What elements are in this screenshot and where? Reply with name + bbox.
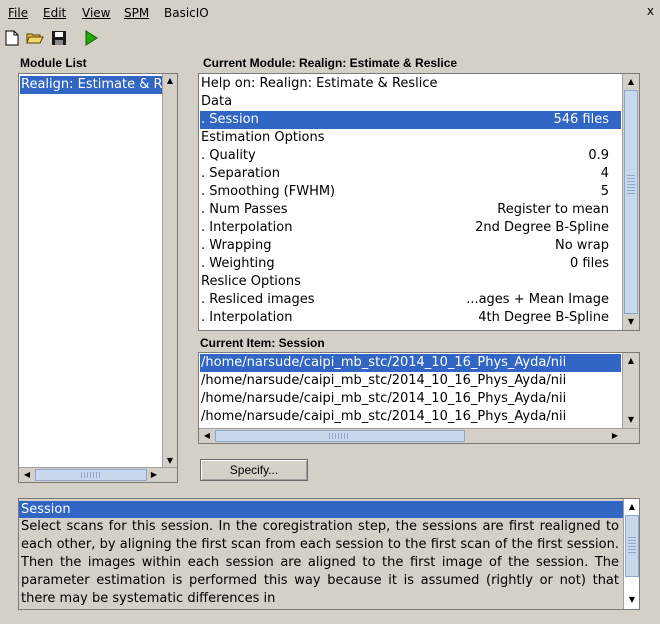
module-list-hscroll[interactable]: ◀ ▶ [19,467,177,482]
option-key: Reslice Options [201,274,301,289]
file-path: /home/narsude/caipi_mb_stc/2014_10_16_Ph… [201,373,567,388]
module-option-row[interactable]: Help on: Realign: Estimate & Reslice [200,75,621,93]
module-option-row[interactable]: . Interpolation 2nd Degree B-Spline [200,219,621,237]
module-option-row[interactable]: . Session 546 files [200,111,621,129]
option-value: 4 [600,166,609,181]
scroll-up-icon[interactable]: ▲ [624,75,638,89]
scroll-right-icon[interactable]: ▶ [608,429,622,443]
scroll-up-icon[interactable]: ▲ [624,354,638,368]
menu-edit[interactable]: Edit [41,5,68,21]
scroll-right-icon[interactable]: ▶ [147,468,161,482]
specify-button[interactable]: Specify... [200,459,308,481]
help-title: Session [19,501,623,518]
current-module-panel: Help on: Realign: Estimate & Reslice Data… [198,73,640,331]
scroll-grip [627,174,635,194]
option-key: . Weighting [201,256,275,271]
scroll-grip [329,433,349,439]
close-icon[interactable]: x [647,4,654,18]
module-option-row[interactable]: Data [200,93,621,111]
option-key: . Session [201,112,259,127]
option-value: 546 files [553,112,609,127]
scroll-down-icon[interactable]: ▼ [624,413,638,427]
file-row[interactable]: /home/narsude/caipi_mb_stc/2014_10_16_Ph… [200,372,621,390]
option-key: . Interpolation [201,220,293,235]
option-value: 5 [600,184,609,199]
menu-spm[interactable]: SPM [122,5,151,21]
option-value: ...ages + Mean Image [466,292,609,307]
option-value: No wrap [554,238,609,253]
module-option-row[interactable]: . Interpolation 4th Degree B-Spline [200,309,621,327]
menu-basicio[interactable]: BasicIO [162,5,211,21]
option-value: 0 files [570,256,609,271]
file-row[interactable]: /home/narsude/caipi_mb_stc/2014_10_16_Ph… [200,354,621,372]
run-icon[interactable] [82,29,100,47]
menu-bar: File Edit View SPM BasicIO x [0,0,660,24]
current-module-vscroll[interactable]: ▲ ▼ [622,74,639,330]
scroll-grip [628,537,636,553]
option-key: . Num Passes [201,202,288,217]
menu-view[interactable]: View [80,5,112,21]
module-option-row[interactable]: . Weighting 0 files [200,255,621,273]
file-path: /home/narsude/caipi_mb_stc/2014_10_16_Ph… [201,409,567,424]
menu-file[interactable]: File [6,5,30,21]
current-item-hscroll[interactable]: ◀ ▶ [199,428,639,443]
new-file-icon[interactable] [3,29,21,47]
option-value: 0.9 [588,148,609,163]
option-key: . Separation [201,166,280,181]
scroll-up-icon[interactable]: ▲ [163,74,177,88]
option-key: Data [201,94,233,109]
module-option-row[interactable]: . Resliced images ...ages + Mean Image [200,291,621,309]
current-item-vscroll[interactable]: ▲ ▼ [622,353,639,428]
module-list-vscroll[interactable]: ▲ ▼ [162,74,177,468]
option-value: Register to mean [497,202,609,217]
module-option-row[interactable]: . Smoothing (FWHM) 5 [200,183,621,201]
module-list-item[interactable]: Realign: Estimate & Reslice [20,76,162,94]
scroll-down-icon[interactable]: ▼ [624,315,638,329]
option-key: Estimation Options [201,130,325,145]
help-vscroll[interactable]: ▲ ▼ [623,499,639,609]
option-key: Help on: Realign: Estimate & Reslice [201,76,438,91]
option-value: 4th Degree B-Spline [478,310,609,325]
scroll-up-icon[interactable]: ▲ [625,500,639,514]
help-panel: Session Select scans for this session. I… [18,498,640,610]
option-key: . Resliced images [201,292,315,307]
module-list-panel: Realign: Estimate & Reslice ▲ ▼ ◀ ▶ [18,73,178,483]
toolbar [0,26,660,52]
file-row[interactable]: /home/narsude/caipi_mb_stc/2014_10_16_Ph… [200,390,621,408]
option-key: . Quality [201,148,256,163]
scroll-thumb[interactable] [624,90,638,314]
module-option-row[interactable]: . Quality 0.9 [200,147,621,165]
help-text: Select scans for this session. In the co… [21,519,619,606]
file-path: /home/narsude/caipi_mb_stc/2014_10_16_Ph… [201,355,567,370]
scroll-down-icon[interactable]: ▼ [625,593,639,607]
scroll-grip [81,472,101,478]
current-module-title: Current Module: Realign: Estimate & Resl… [203,56,458,70]
file-path: /home/narsude/caipi_mb_stc/2014_10_16_Ph… [201,391,567,406]
option-key: . Wrapping [201,238,272,253]
file-row[interactable]: /home/narsude/caipi_mb_stc/2014_10_16_Ph… [200,408,621,426]
module-option-row[interactable]: Estimation Options [200,129,621,147]
option-value: 2nd Degree B-Spline [475,220,609,235]
module-option-row[interactable]: . Separation 4 [200,165,621,183]
option-key: . Interpolation [201,310,293,325]
save-icon[interactable] [50,29,68,47]
scroll-left-icon[interactable]: ◀ [200,429,214,443]
scroll-down-icon[interactable]: ▼ [163,454,177,468]
scroll-left-icon[interactable]: ◀ [20,468,34,482]
module-option-row[interactable]: Reslice Options [200,273,621,291]
module-option-row[interactable]: . Num Passes Register to mean [200,201,621,219]
current-item-title: Current Item: Session [200,336,325,350]
current-item-panel: /home/narsude/caipi_mb_stc/2014_10_16_Ph… [198,352,640,444]
module-option-row[interactable]: . Wrapping No wrap [200,237,621,255]
open-folder-icon[interactable] [26,29,44,47]
module-list-title: Module List [20,56,87,70]
option-key: . Smoothing (FWHM) [201,184,336,199]
